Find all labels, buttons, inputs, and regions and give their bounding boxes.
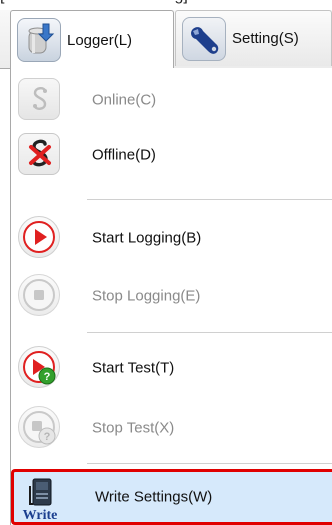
- write-settings-icon-caption: Write: [23, 508, 58, 522]
- menu-item-label: Offline(D): [92, 146, 156, 164]
- logger-icon: [17, 18, 61, 62]
- svg-text:?: ?: [44, 371, 51, 383]
- tab-setting[interactable]: Setting(S): [175, 10, 332, 66]
- menu-item-offline[interactable]: Offline(D): [11, 128, 332, 182]
- write-settings-icon: Write: [18, 476, 62, 523]
- start-test-icon: ?: [18, 346, 60, 388]
- menu-item-stop-logging[interactable]: Stop Logging(E): [11, 269, 332, 323]
- menu-separator: [87, 332, 332, 333]
- logger-menu-panel: Online(C) Offline(D) Start Logging(B) St…: [10, 68, 332, 525]
- menu-item-online[interactable]: Online(C): [11, 73, 332, 127]
- tab-setting-label: Setting(S): [232, 30, 299, 47]
- menu-item-label: Start Test(T): [92, 359, 175, 377]
- title-fragment-end: g]: [174, 0, 187, 4]
- logger-menu-screen: [ g] Logger(L) Setting(S): [0, 0, 332, 525]
- menu-separator: [87, 463, 332, 464]
- start-logging-icon: [18, 216, 60, 258]
- menu-item-label: Start Logging(B): [92, 229, 202, 247]
- wrench-icon: [182, 16, 226, 61]
- menu-item-start-test[interactable]: ? Start Test(T): [11, 341, 332, 395]
- ribbon-tab-strip: Logger(L) Setting(S): [0, 10, 332, 69]
- tab-logger-label: Logger(L): [67, 31, 133, 49]
- stop-logging-icon: [18, 274, 60, 316]
- menu-item-label: Stop Logging(E): [92, 287, 201, 305]
- window-title-fragment: [ g]: [0, 0, 188, 5]
- menu-item-start-logging[interactable]: Start Logging(B): [11, 211, 332, 265]
- menu-item-label: Online(C): [92, 91, 157, 109]
- title-fragment-start: [: [0, 0, 4, 4]
- online-icon: [18, 78, 60, 120]
- menu-item-label: Write Settings(W): [95, 488, 213, 506]
- menu-separator: [87, 199, 332, 200]
- svg-text:?: ?: [44, 431, 51, 443]
- menu-item-write-settings[interactable]: Write Write Settings(W): [11, 469, 332, 525]
- stop-test-icon: ?: [18, 406, 60, 448]
- menu-item-stop-test[interactable]: ? Stop Test(X): [11, 401, 332, 455]
- menu-item-label: Stop Test(X): [92, 419, 175, 437]
- tab-logger[interactable]: Logger(L): [10, 10, 174, 69]
- offline-icon: [18, 133, 60, 175]
